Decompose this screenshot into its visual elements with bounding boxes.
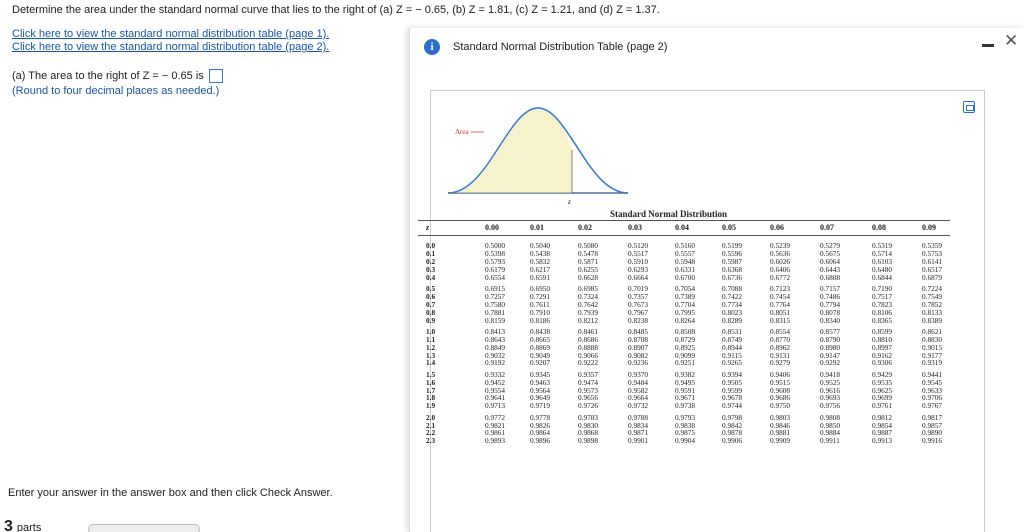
area-label: Area bbox=[455, 128, 469, 136]
table-header-col: 0.08 bbox=[872, 223, 886, 232]
table-header-col: 0.09 bbox=[922, 223, 936, 232]
shaded-area bbox=[448, 108, 572, 193]
table-cell: 0.9726 bbox=[578, 401, 599, 411]
table-cell: 0.9756 bbox=[820, 401, 841, 411]
table-cell: 0.9292 bbox=[820, 358, 841, 368]
table-cell: 0.9222 bbox=[578, 358, 599, 368]
table-cell: 0.6700 bbox=[675, 272, 696, 282]
table-cell: 0.9901 bbox=[628, 436, 649, 446]
table-row-z: 0.9 bbox=[426, 315, 436, 325]
table-cell: 0.9911 bbox=[820, 436, 840, 446]
parts-count: 3 bbox=[4, 518, 13, 532]
table-cell: 0.9279 bbox=[770, 358, 791, 368]
table-cell: 0.9251 bbox=[675, 358, 696, 368]
table-header-col: 0.04 bbox=[675, 223, 689, 232]
table-top-rule bbox=[418, 220, 950, 221]
table-header-col: 0.06 bbox=[770, 223, 784, 232]
table-cell: 0.6664 bbox=[628, 272, 649, 282]
table-cell: 0.6772 bbox=[770, 272, 791, 282]
table-header-col: 0.00 bbox=[485, 223, 499, 232]
table-cell: 0.9916 bbox=[922, 436, 943, 446]
table-row-z: 1.9 bbox=[426, 401, 436, 411]
table-cell: 0.9896 bbox=[530, 436, 551, 446]
minimize-icon[interactable] bbox=[982, 44, 994, 47]
table-header-col: 0.05 bbox=[722, 223, 736, 232]
answer-input[interactable] bbox=[208, 69, 223, 84]
table-cell: 0.6591 bbox=[530, 272, 551, 282]
table-cell: 0.9319 bbox=[922, 358, 943, 368]
table-cell: 0.9265 bbox=[722, 358, 743, 368]
question-text: Determine the area under the standard no… bbox=[12, 4, 660, 16]
table-header-rule bbox=[418, 235, 950, 236]
z-label: z bbox=[567, 198, 571, 206]
table-cell: 0.8159 bbox=[485, 315, 506, 325]
table-cell: 0.9719 bbox=[530, 401, 551, 411]
table-cell: 0.6879 bbox=[922, 272, 943, 282]
normal-curve-figure: Area z bbox=[447, 107, 628, 206]
table-cell: 0.9909 bbox=[770, 436, 791, 446]
table-row-z: 2.3 bbox=[426, 436, 436, 446]
table-cell: 0.6554 bbox=[485, 272, 506, 282]
table-row-z: 1.4 bbox=[426, 358, 436, 368]
footer-instructions: Enter your answer in the answer box and … bbox=[8, 487, 333, 499]
table-cell: 0.9761 bbox=[872, 401, 893, 411]
table-cell: 0.8340 bbox=[820, 315, 841, 325]
table-cell: 0.9898 bbox=[578, 436, 599, 446]
table-cell: 0.9904 bbox=[675, 436, 696, 446]
table-header-col: 0.03 bbox=[628, 223, 642, 232]
table-cell: 0.8365 bbox=[872, 315, 893, 325]
table-cell: 0.9713 bbox=[485, 401, 506, 411]
table-cell: 0.8289 bbox=[722, 315, 743, 325]
print-icon[interactable] bbox=[963, 101, 975, 113]
info-icon: i bbox=[424, 39, 440, 55]
table-cell: 0.9893 bbox=[485, 436, 506, 446]
table-cell: 0.8315 bbox=[770, 315, 791, 325]
table-cell: 0.9732 bbox=[628, 401, 649, 411]
popup-header: i Standard Normal Distribution Table (pa… bbox=[410, 28, 1024, 68]
table-cell: 0.9306 bbox=[872, 358, 893, 368]
table-row-z: 0.4 bbox=[426, 272, 436, 282]
table-cell: 0.8264 bbox=[675, 315, 696, 325]
table-page1-link[interactable]: Click here to view the standard normal d… bbox=[12, 28, 329, 41]
table-cell: 0.6736 bbox=[722, 272, 743, 282]
table-cell: 0.9906 bbox=[722, 436, 743, 446]
close-icon[interactable]: ✕ bbox=[1004, 32, 1018, 49]
table-page2-link[interactable]: Click here to view the standard normal d… bbox=[12, 41, 329, 54]
table-cell: 0.6808 bbox=[820, 272, 841, 282]
table-title: Standard Normal Distribution bbox=[610, 209, 728, 219]
part-a-label: (a) The area to the right of Z = − 0.65 … bbox=[12, 70, 204, 82]
table-cell: 0.8238 bbox=[628, 315, 649, 325]
popup-title: Standard Normal Distribution Table (page… bbox=[453, 41, 668, 53]
table-cell: 0.9236 bbox=[628, 358, 649, 368]
table-cell: 0.8212 bbox=[578, 315, 599, 325]
round-note: (Round to four decimal places as needed.… bbox=[12, 85, 220, 97]
table-cell: 0.6628 bbox=[578, 272, 599, 282]
table-cell: 0.9744 bbox=[722, 401, 743, 411]
table-cell: 0.8389 bbox=[922, 315, 943, 325]
table-cell: 0.9913 bbox=[872, 436, 893, 446]
table-cell: 0.9750 bbox=[770, 401, 791, 411]
table-cell: 0.9738 bbox=[675, 401, 696, 411]
table-links: Click here to view the standard normal d… bbox=[12, 28, 329, 54]
table-header-col: 0.07 bbox=[820, 223, 834, 232]
parts-progress-bar bbox=[88, 524, 200, 532]
table-header-col: 0.02 bbox=[578, 223, 592, 232]
table-cell: 0.6844 bbox=[872, 272, 893, 282]
table-cell: 0.9207 bbox=[530, 358, 551, 368]
table-cell: 0.9192 bbox=[485, 358, 506, 368]
part-a: (a) The area to the right of Z = − 0.65 … bbox=[12, 69, 223, 99]
table-cell: 0.8186 bbox=[530, 315, 551, 325]
parts-label: parts bbox=[16, 522, 42, 532]
table-header-col: 0.01 bbox=[530, 223, 544, 232]
parts-indicator: 3 parts bbox=[4, 518, 41, 532]
table-cell: 0.9767 bbox=[922, 401, 943, 411]
table-header-z: z bbox=[426, 223, 430, 232]
table-popup: i Standard Normal Distribution Table (pa… bbox=[409, 28, 1024, 532]
